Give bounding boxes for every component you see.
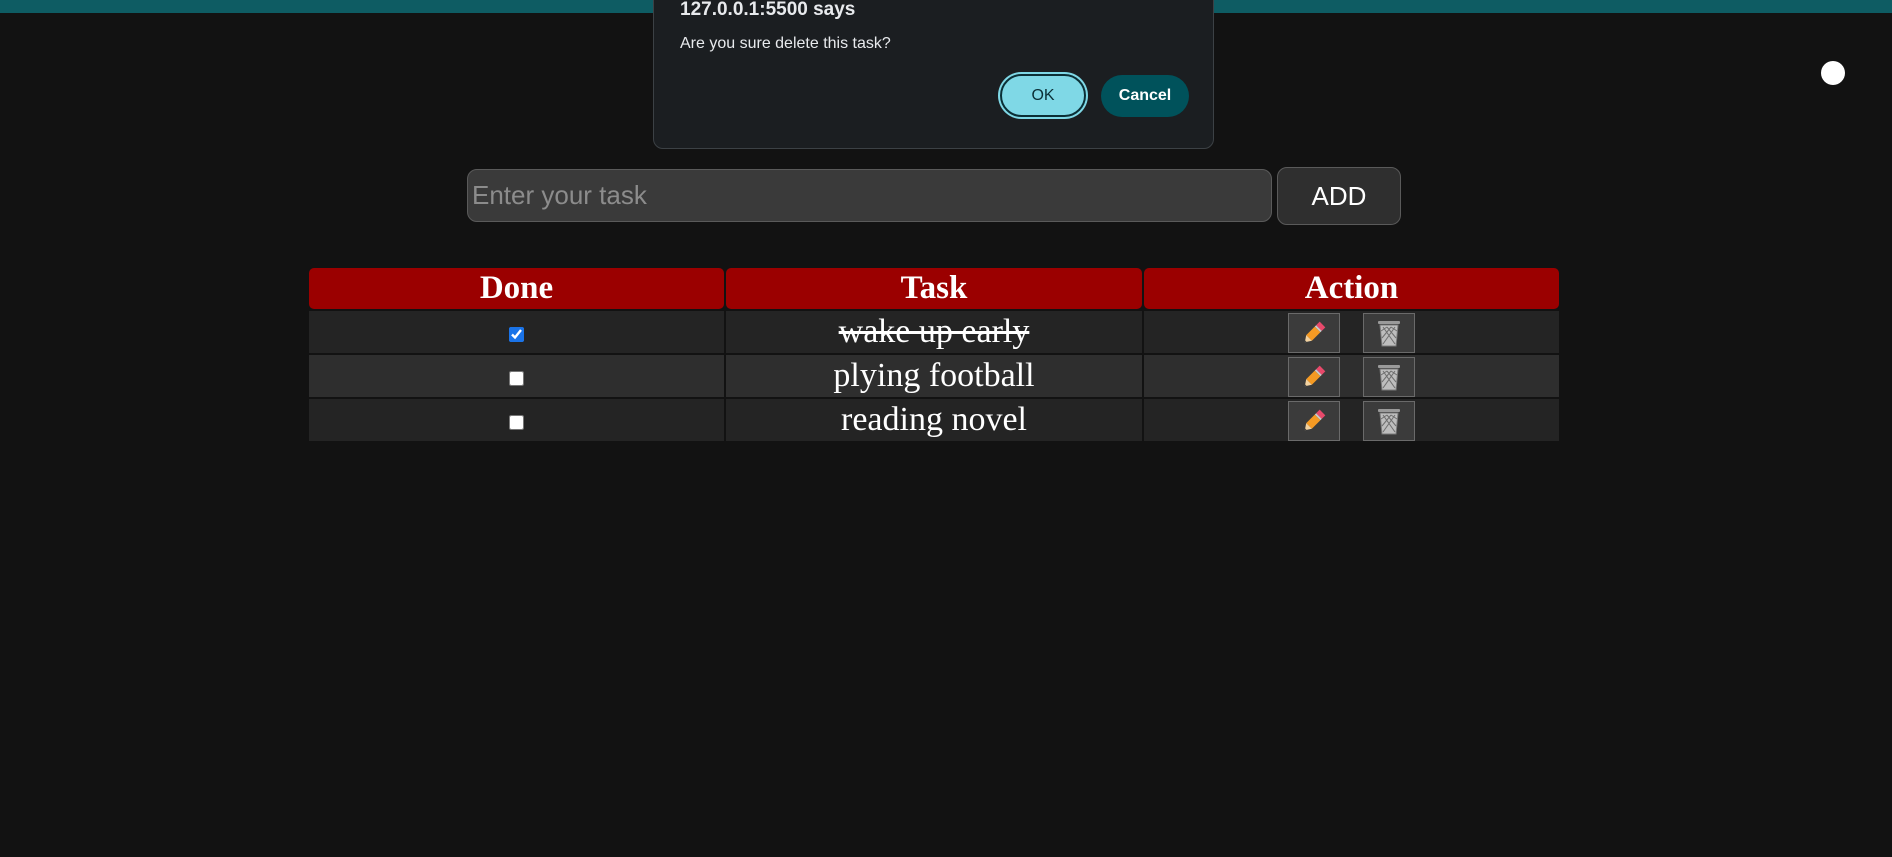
delete-button[interactable] (1362, 400, 1415, 441)
table-row: reading novel (309, 399, 1559, 441)
header-action: Action (1144, 268, 1559, 309)
edit-button[interactable] (1288, 400, 1341, 441)
trash-icon (1377, 364, 1400, 391)
theme-toggle-dot-icon[interactable] (1821, 61, 1845, 85)
header-task: Task (726, 268, 1142, 309)
trash-icon (1377, 408, 1400, 435)
ok-button[interactable]: OK (1000, 74, 1086, 117)
done-cell (309, 399, 724, 441)
add-task-button[interactable]: ADD (1277, 167, 1401, 225)
done-checkbox[interactable] (509, 370, 524, 386)
task-text: wake up early (838, 313, 1030, 350)
action-cell (1144, 355, 1559, 397)
dialog-title: 127.0.0.1:5500 says (680, 0, 856, 20)
table-row: plying football (309, 355, 1559, 397)
edit-button[interactable] (1288, 312, 1341, 353)
trash-icon (1377, 320, 1400, 347)
confirm-dialog: 127.0.0.1:5500 says Are you sure delete … (653, 0, 1214, 149)
task-cell: plying football (726, 355, 1142, 397)
task-cell: reading novel (726, 399, 1142, 441)
table-row: wake up early (309, 311, 1559, 353)
done-cell (309, 355, 724, 397)
delete-button[interactable] (1362, 312, 1415, 353)
done-checkbox[interactable] (509, 414, 524, 430)
action-cell (1144, 311, 1559, 353)
task-cell: wake up early (726, 311, 1142, 353)
pencil-icon (1305, 321, 1326, 342)
header-done: Done (309, 268, 724, 309)
edit-button[interactable] (1288, 356, 1341, 397)
pencil-icon (1305, 365, 1326, 386)
table-header-row: Done Task Action (309, 268, 1559, 309)
delete-button[interactable] (1362, 356, 1415, 397)
done-cell (309, 311, 724, 353)
task-input[interactable] (467, 169, 1272, 222)
task-text: reading novel (841, 401, 1027, 438)
task-text: plying football (833, 357, 1035, 394)
dialog-message: Are you sure delete this task? (680, 35, 891, 52)
done-checkbox[interactable] (509, 326, 524, 342)
pencil-icon (1305, 409, 1326, 430)
cancel-button[interactable]: Cancel (1101, 75, 1189, 117)
action-cell (1144, 399, 1559, 441)
task-table: Done Task Action wake up early plying fo… (307, 266, 1561, 443)
